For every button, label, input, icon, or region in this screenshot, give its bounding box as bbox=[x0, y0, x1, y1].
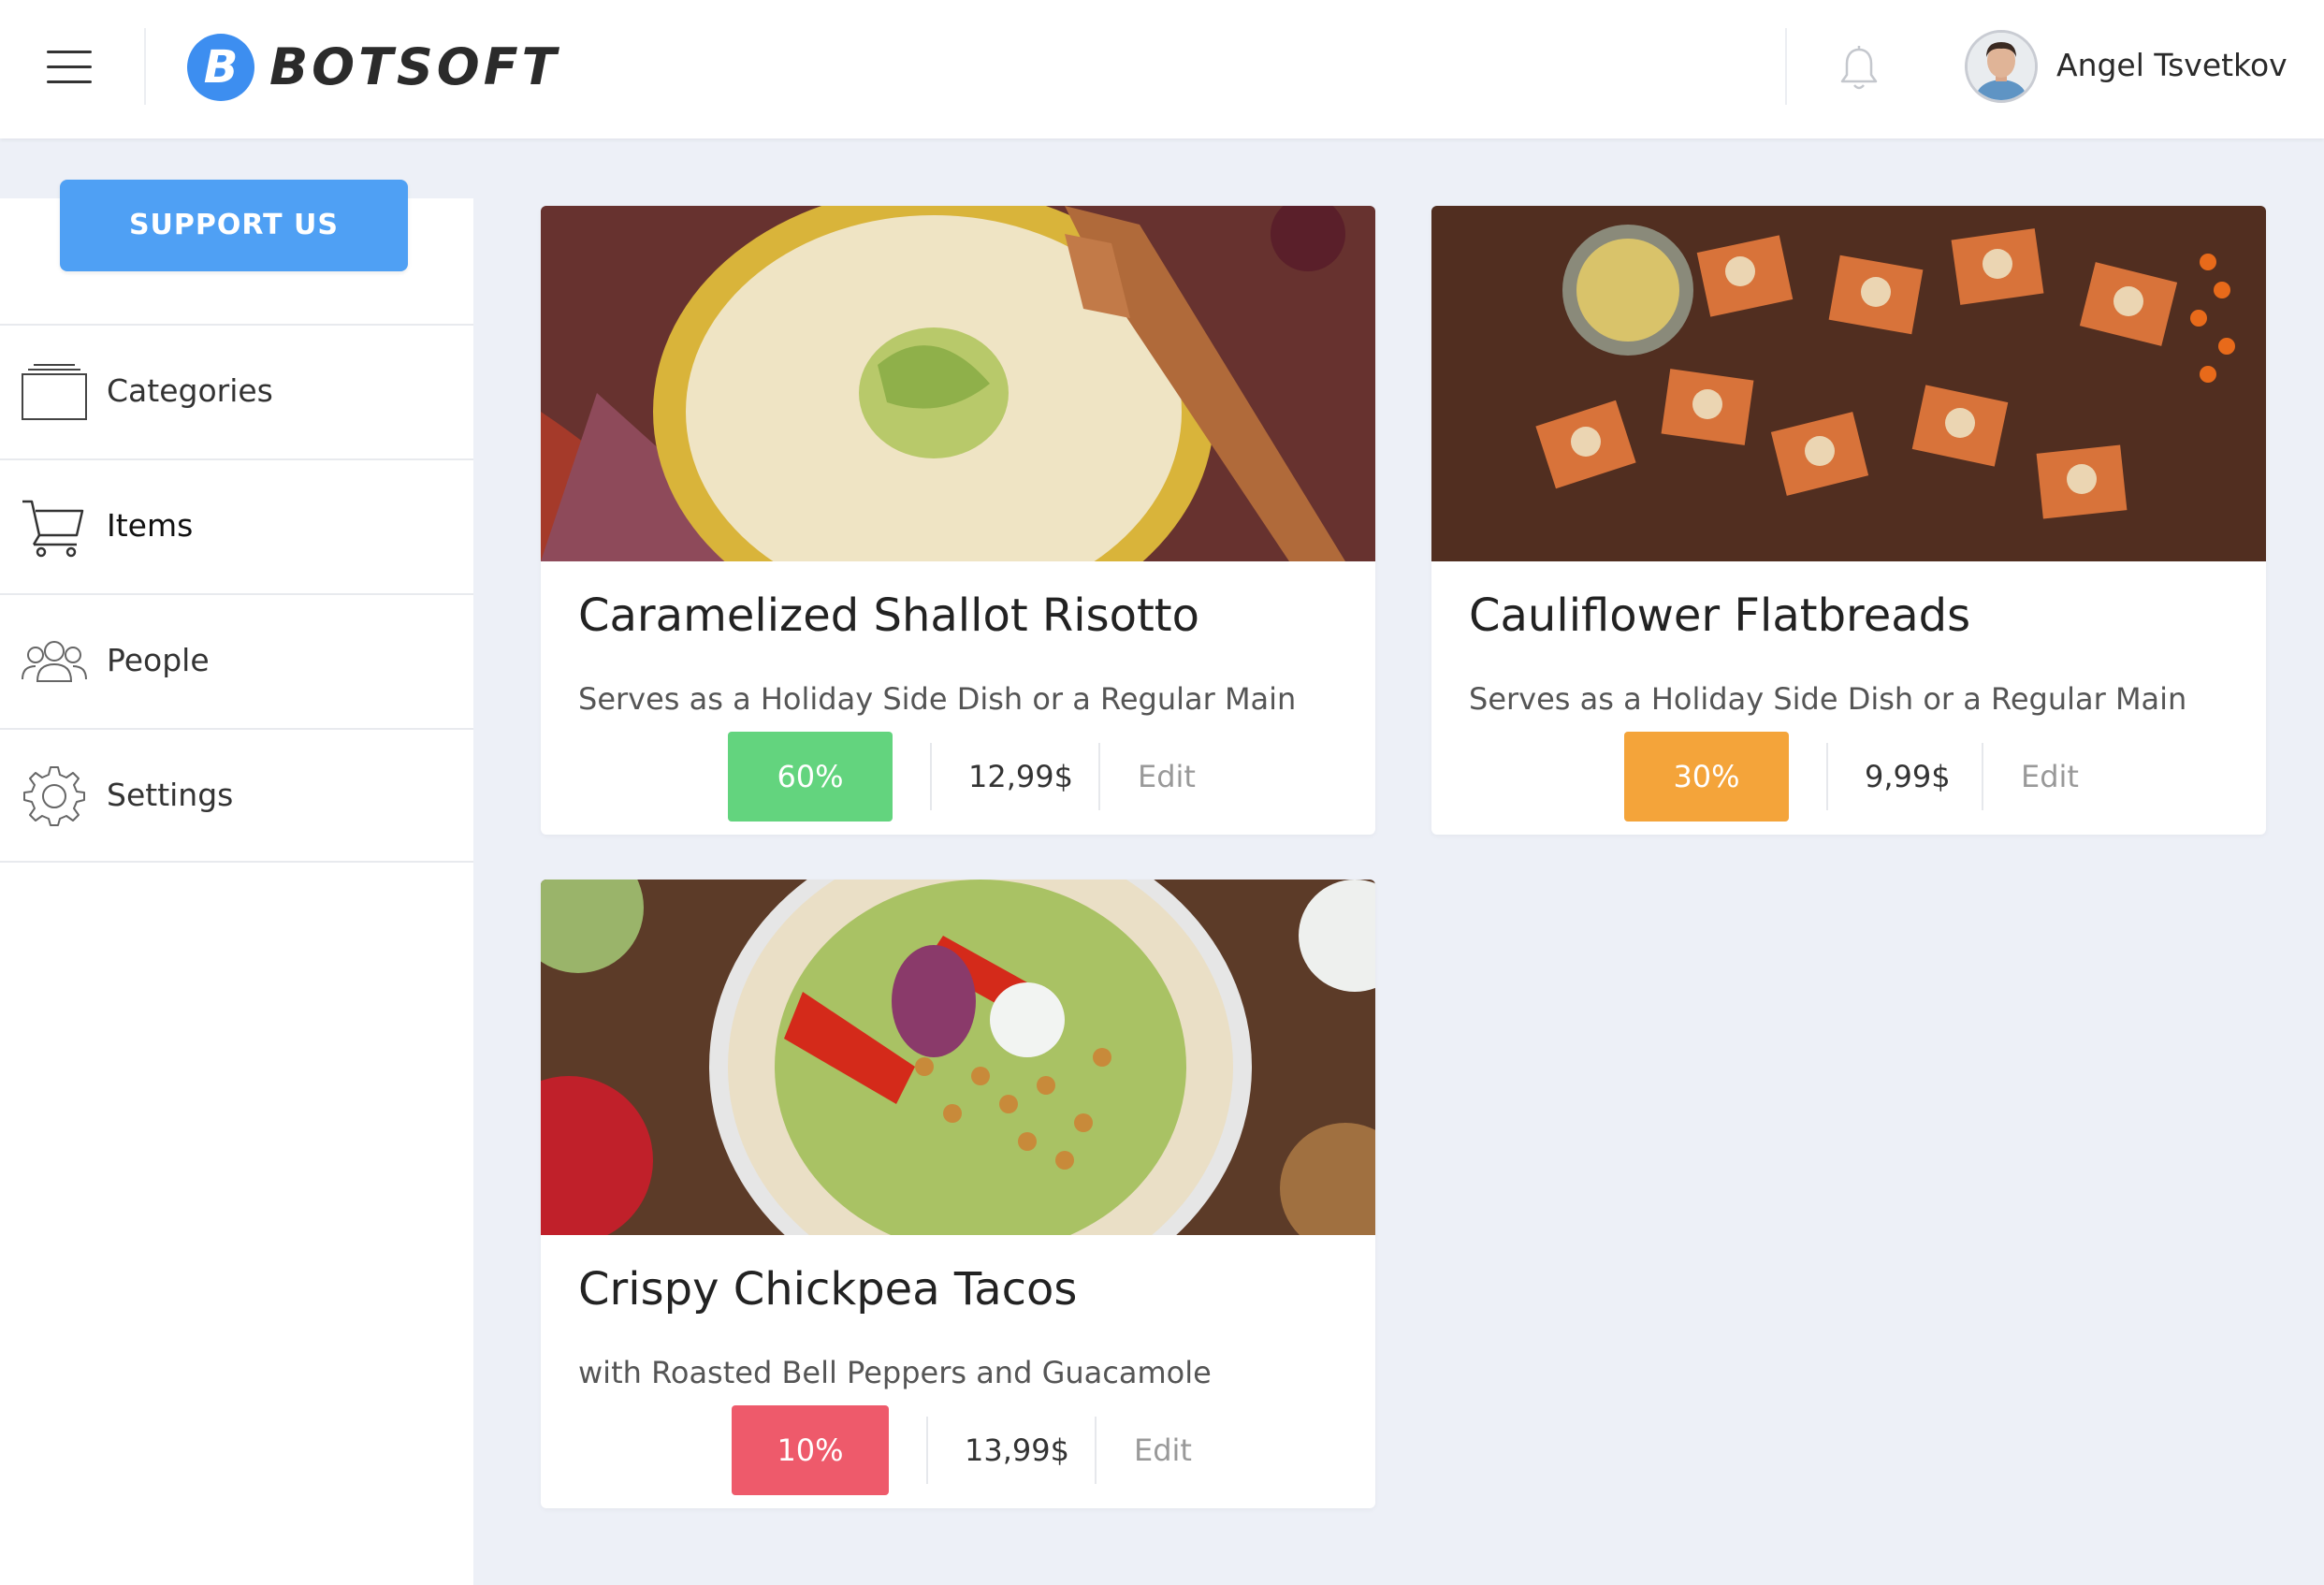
user-name[interactable]: Angel Tsvetkov bbox=[2056, 41, 2288, 90]
people-icon bbox=[22, 641, 87, 682]
card-title[interactable]: Cauliflower Flatbreads bbox=[1469, 589, 1970, 642]
card-divider bbox=[1826, 743, 1828, 810]
header-divider bbox=[144, 28, 146, 105]
card-title[interactable]: Caramelized Shallot Risotto bbox=[578, 589, 1199, 642]
sidebar-item-label: Categories bbox=[107, 372, 273, 409]
price: 13,99$ bbox=[965, 1432, 1069, 1468]
item-card: Cauliflower Flatbreads Serves as a Holid… bbox=[1431, 206, 2266, 835]
price: 12,99$ bbox=[968, 759, 1073, 794]
brand-name[interactable]: BOTSOFT bbox=[269, 34, 559, 101]
edit-button[interactable]: Edit bbox=[2021, 732, 2079, 822]
flatbreads-photo bbox=[1431, 206, 2266, 561]
sidebar-item-items[interactable]: Items bbox=[0, 458, 473, 593]
card-divider bbox=[930, 743, 932, 810]
sidebar-item-categories[interactable]: Categories bbox=[0, 324, 473, 458]
risotto-photo bbox=[541, 206, 1375, 561]
logo-icon[interactable]: B bbox=[187, 34, 254, 101]
card-subtitle: with Roasted Bell Peppers and Guacamole bbox=[578, 1355, 1212, 1390]
folder-icon bbox=[22, 364, 87, 420]
sidebar-item-people[interactable]: People bbox=[0, 593, 473, 728]
top-bar: B BOTSOFT Angel Tsvetkov bbox=[0, 0, 2324, 138]
support-us-button[interactable]: SUPPORT US bbox=[60, 180, 408, 271]
bell-icon[interactable] bbox=[1839, 45, 1879, 92]
card-subtitle: Serves as a Holiday Side Dish or a Regul… bbox=[578, 681, 1297, 717]
card-divider bbox=[1095, 1417, 1097, 1484]
discount-badge: 30% bbox=[1624, 732, 1789, 822]
sidebar-item-label: People bbox=[107, 642, 210, 678]
discount-badge: 10% bbox=[732, 1405, 889, 1495]
card-divider bbox=[1982, 743, 1983, 810]
card-subtitle: Serves as a Holiday Side Dish or a Regul… bbox=[1469, 681, 2187, 717]
tacos-photo bbox=[541, 880, 1375, 1235]
item-card: Crispy Chickpea Tacos with Roasted Bell … bbox=[541, 880, 1375, 1508]
gear-icon bbox=[23, 766, 85, 826]
card-title[interactable]: Crispy Chickpea Tacos bbox=[578, 1263, 1077, 1316]
edit-button[interactable]: Edit bbox=[1138, 732, 1196, 822]
header-divider bbox=[1785, 28, 1787, 105]
sidebar-item-label: Settings bbox=[107, 777, 234, 813]
hamburger-menu-icon[interactable] bbox=[47, 51, 92, 88]
sidebar-item-settings[interactable]: Settings bbox=[0, 728, 473, 863]
card-divider bbox=[926, 1417, 928, 1484]
discount-badge: 60% bbox=[728, 732, 893, 822]
card-divider bbox=[1098, 743, 1100, 810]
cart-icon bbox=[22, 500, 84, 558]
avatar[interactable] bbox=[1965, 30, 2038, 103]
edit-button[interactable]: Edit bbox=[1134, 1405, 1192, 1495]
sidebar-item-label: Items bbox=[107, 507, 194, 544]
price: 9,99$ bbox=[1865, 759, 1951, 794]
item-card: Caramelized Shallot Risotto Serves as a … bbox=[541, 206, 1375, 835]
